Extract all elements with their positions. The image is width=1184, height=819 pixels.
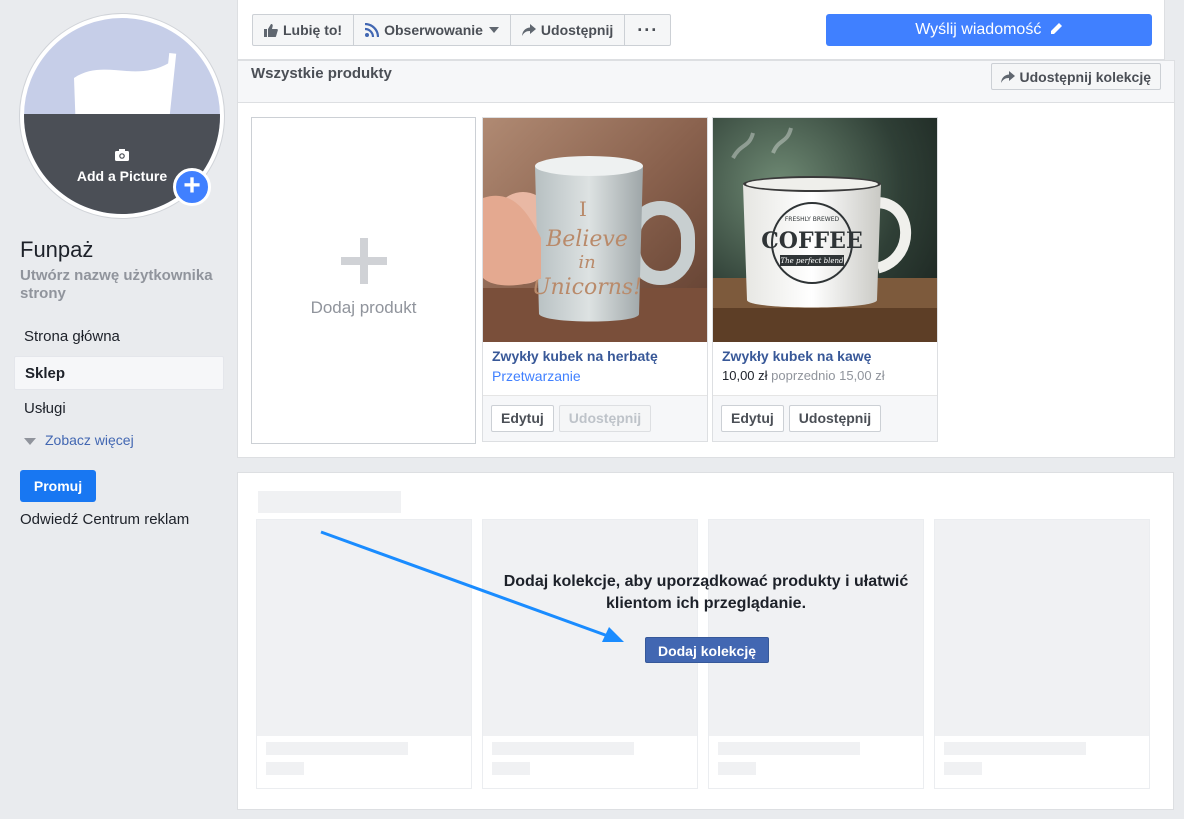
add-product-card[interactable]: Dodaj produkt	[251, 117, 476, 444]
collections-prompt: Dodaj kolekcje, aby uporządkować produkt…	[503, 573, 909, 612]
placeholder-card	[934, 519, 1150, 789]
svg-text:I: I	[579, 197, 587, 221]
products-title: Wszystkie produkty	[251, 65, 392, 82]
share-label: Udostępnij	[540, 22, 614, 38]
product-card[interactable]: I Believe in Unicorns! Zwykły kubek na h…	[482, 117, 708, 442]
action-button-group: Lubię to! Obserwowanie Udostępnij ···	[252, 14, 672, 46]
create-username-link[interactable]: Utwórz nazwę użytkownika strony	[20, 267, 230, 303]
nav-item-services[interactable]: Usługi	[14, 392, 224, 426]
edit-button[interactable]: Edytuj	[491, 405, 554, 432]
left-sidebar: Add a Picture + Funpaż Utwórz nazwę użyt…	[0, 0, 236, 819]
more-options-button[interactable]: ···	[625, 15, 670, 45]
share-collection-button[interactable]: Udostępnij kolekcję	[990, 63, 1161, 90]
rss-icon	[365, 23, 380, 37]
edit-button[interactable]: Edytuj	[721, 405, 784, 432]
svg-text:The perfect blend: The perfect blend	[780, 257, 844, 265]
promote-button[interactable]: Promuj	[20, 470, 96, 502]
chevron-down-icon	[24, 437, 36, 445]
ad-center-link[interactable]: Odwiedź Centrum reklam	[20, 511, 189, 528]
send-message-button[interactable]: Wyślij wiadomość	[826, 14, 1152, 46]
placeholder-card	[256, 519, 472, 789]
page-nav: Strona główna Sklep Usługi	[14, 320, 224, 428]
like-label: Lubię to!	[283, 22, 343, 38]
product-image[interactable]: I Believe in Unicorns!	[483, 118, 707, 342]
svg-text:FRESHLY BREWED: FRESHLY BREWED	[785, 216, 840, 223]
add-product-label: Dodaj produkt	[310, 298, 417, 317]
chevron-down-icon	[488, 27, 499, 33]
like-button[interactable]: Lubię to!	[253, 15, 355, 45]
add-picture-plus-icon[interactable]: +	[173, 168, 211, 206]
product-card[interactable]: FRESHLY BREWED COFFEE The perfect blend …	[712, 117, 938, 442]
product-status: Przetwarzanie	[492, 368, 581, 384]
thumbs-up-icon	[264, 23, 278, 37]
product-actions: Edytuj Udostępnij	[713, 395, 937, 441]
pencil-icon	[1050, 23, 1062, 34]
share-collection-label: Udostępnij kolekcję	[1019, 68, 1151, 85]
send-message-label: Wyślij wiadomość	[915, 21, 1042, 38]
follow-label: Obserwowanie	[384, 22, 483, 38]
coffee-mug-photo: FRESHLY BREWED COFFEE The perfect blend	[713, 118, 937, 342]
collections-panel: Dodaj kolekcje, aby uporządkować produkt…	[237, 472, 1174, 810]
add-collection-button[interactable]: Dodaj kolekcję	[645, 637, 769, 663]
page-action-bar: Lubię to! Obserwowanie Udostępnij ··· Wy…	[237, 0, 1165, 60]
svg-text:in: in	[578, 252, 595, 273]
nav-item-home[interactable]: Strona główna	[14, 320, 224, 354]
share-arrow-icon	[521, 24, 536, 36]
current-price: 10,00 zł	[722, 368, 768, 383]
share-product-button: Udostępnij	[558, 405, 652, 432]
product-name[interactable]: Zwykły kubek na herbatę	[492, 348, 698, 364]
products-header: Wszystkie produkty Udostępnij kolekcję	[238, 61, 1174, 103]
tea-mug-photo: I Believe in Unicorns!	[483, 118, 707, 342]
svg-text:Believe: Believe	[545, 227, 628, 252]
all-products-panel: Wszystkie produkty Udostępnij kolekcję D…	[237, 60, 1175, 458]
placeholder-title	[258, 491, 401, 513]
see-more-label: Zobacz więcej	[45, 432, 134, 448]
share-product-button[interactable]: Udostępnij	[788, 405, 882, 432]
product-name[interactable]: Zwykły kubek na kawę	[722, 348, 928, 364]
svg-text:Unicorns!: Unicorns!	[532, 275, 642, 300]
product-image[interactable]: FRESHLY BREWED COFFEE The perfect blend	[713, 118, 937, 342]
share-arrow-icon	[1000, 70, 1015, 83]
see-more-link[interactable]: Zobacz więcej	[24, 432, 134, 448]
plus-icon	[341, 238, 387, 284]
svg-text:COFFEE: COFFEE	[761, 228, 862, 254]
camera-icon	[115, 149, 129, 161]
share-button[interactable]: Udostępnij	[511, 15, 626, 45]
page-name: Funpaż	[20, 237, 94, 262]
product-price: 10,00 zł poprzednio 15,00 zł	[722, 368, 928, 383]
product-actions: Edytuj Udostępnij	[483, 395, 707, 441]
nav-item-shop[interactable]: Sklep	[14, 356, 224, 390]
previous-price: poprzednio 15,00 zł	[771, 368, 885, 383]
follow-button[interactable]: Obserwowanie	[354, 15, 511, 45]
